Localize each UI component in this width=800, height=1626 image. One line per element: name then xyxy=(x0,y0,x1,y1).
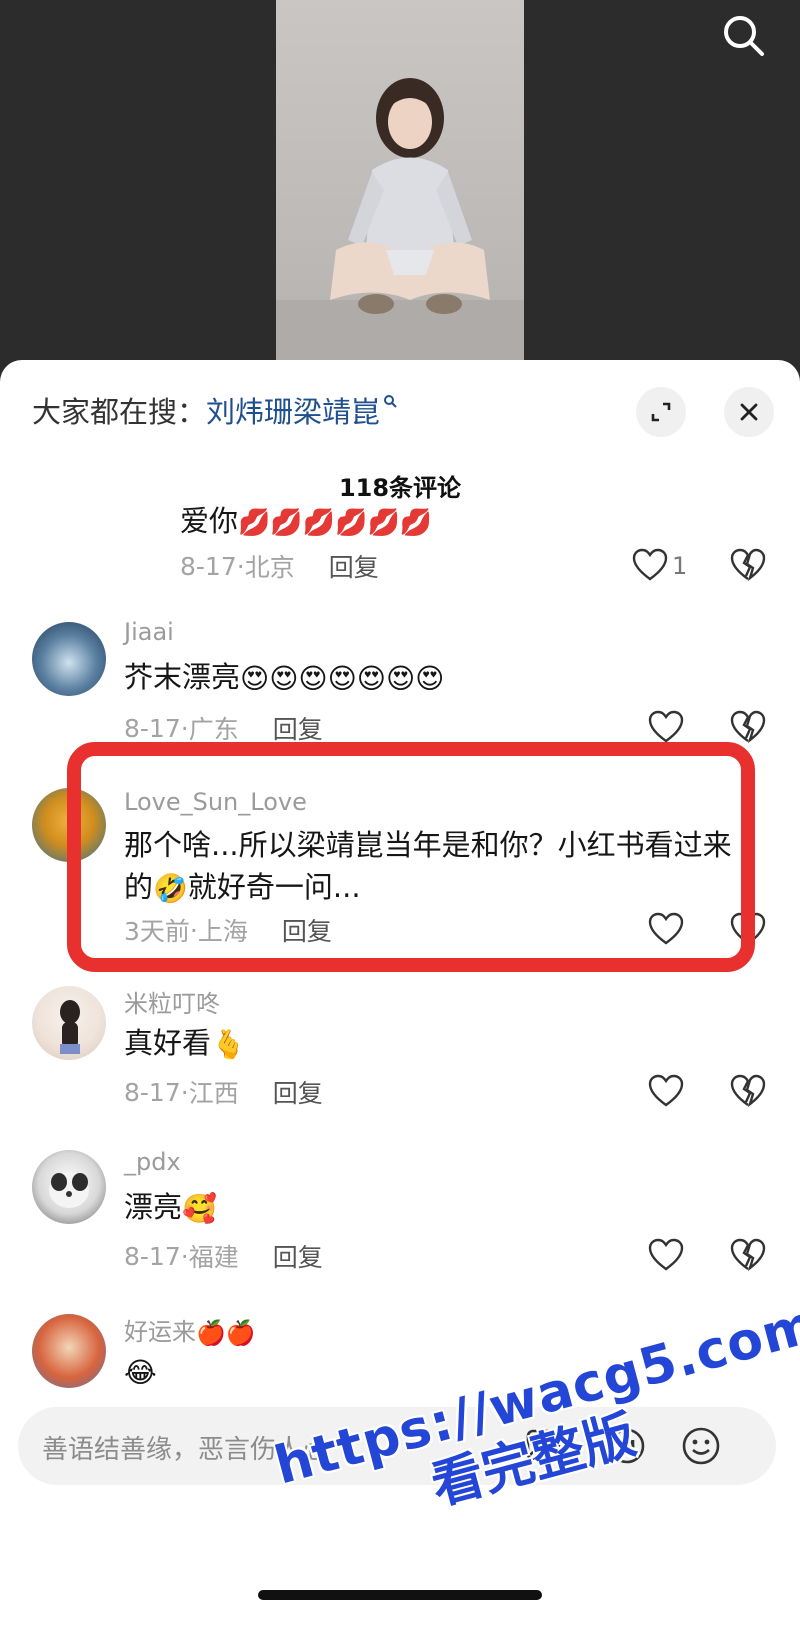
like-heart-icon[interactable] xyxy=(648,710,684,744)
dislike-broken-heart-icon[interactable] xyxy=(730,1074,766,1108)
avatar[interactable] xyxy=(32,1150,106,1224)
comment-text: 真好看🫰 xyxy=(124,1022,764,1066)
comment-username[interactable]: 好运来🍎🍎 xyxy=(124,1312,256,1347)
like-heart-icon[interactable] xyxy=(648,1238,684,1272)
comment-username[interactable]: _pdx xyxy=(124,1148,181,1176)
expand-button[interactable] xyxy=(636,387,686,437)
comment-location: 北京 xyxy=(244,553,295,582)
expand-icon xyxy=(651,402,671,422)
apple-emoji: 🍎🍎 xyxy=(196,1319,256,1347)
comment-date: 8-17 xyxy=(124,713,181,743)
video-player[interactable] xyxy=(0,0,800,380)
heart-eyes-emoji: 😍😍😍😍😍😍😍 xyxy=(240,662,445,695)
video-frame xyxy=(276,0,524,380)
avatar[interactable] xyxy=(32,986,106,1060)
home-indicator[interactable] xyxy=(258,1590,542,1600)
reply-button[interactable]: 回复 xyxy=(273,1074,323,1110)
hugging-emoji: 🥰 xyxy=(182,1192,217,1225)
like-heart-icon[interactable] xyxy=(648,1074,684,1108)
avatar[interactable] xyxy=(32,622,106,696)
video-person-image xyxy=(276,78,524,380)
comment-username[interactable]: Jiaai xyxy=(124,618,174,646)
like-count: 1 xyxy=(672,552,688,580)
comment-text: 漂亮🥰 xyxy=(124,1186,764,1230)
comment-meta: 8-17 · 北京 回复 xyxy=(180,548,379,584)
close-icon xyxy=(740,403,758,421)
comment-meta: 8-17 · 福建 回复 xyxy=(124,1238,323,1274)
finger-heart-emoji: 🫰 xyxy=(211,1028,246,1061)
comment-count: 118条评论 xyxy=(338,474,462,502)
reply-button[interactable]: 回复 xyxy=(273,710,323,746)
dislike-broken-heart-icon[interactable] xyxy=(730,1238,766,1272)
comment-meta: 8-17 · 广东 回复 xyxy=(124,710,323,746)
hot-search-banner[interactable]: 大家都在搜： 刘炜珊梁靖崑 xyxy=(32,390,397,430)
comment-text: 芥末漂亮😍😍😍😍😍😍😍 xyxy=(124,656,764,700)
like-heart-icon[interactable] xyxy=(632,548,668,582)
avatar[interactable] xyxy=(32,1314,106,1388)
laughing-emoji: 😂 xyxy=(124,1356,157,1389)
hot-search-prefix: 大家都在搜： xyxy=(32,395,207,429)
small-search-icon xyxy=(383,392,397,413)
hot-search-query[interactable]: 刘炜珊梁靖崑 xyxy=(206,389,380,431)
comment-meta: 8-17 · 江西 回复 xyxy=(124,1074,323,1110)
reply-button[interactable]: 回复 xyxy=(273,1238,323,1274)
comment-date: 8-17 xyxy=(124,1077,181,1107)
comment-date: 8-17 xyxy=(180,551,237,581)
comment-location: 广东 xyxy=(188,715,239,744)
comment-location: 江西 xyxy=(188,1079,239,1108)
comment-text: 爱你💋💋💋💋💋💋 xyxy=(180,500,800,544)
comments-sheet: 大家都在搜： 刘炜珊梁靖崑 118条评论 爱你💋💋💋💋💋💋 8-17 · 北京 … xyxy=(0,360,800,1626)
comment-username[interactable]: 米粒叮咚 xyxy=(124,984,220,1019)
reply-button[interactable]: 回复 xyxy=(329,548,379,584)
search-icon[interactable] xyxy=(718,10,770,62)
highlight-annotation-box xyxy=(67,742,755,972)
kiss-emoji: 💋💋💋💋💋💋 xyxy=(238,508,433,538)
close-button[interactable] xyxy=(724,387,774,437)
dislike-broken-heart-icon[interactable] xyxy=(730,710,766,744)
comment-date: 8-17 xyxy=(124,1241,181,1271)
dislike-broken-heart-icon[interactable] xyxy=(730,548,766,582)
comment-location: 福建 xyxy=(188,1243,239,1272)
